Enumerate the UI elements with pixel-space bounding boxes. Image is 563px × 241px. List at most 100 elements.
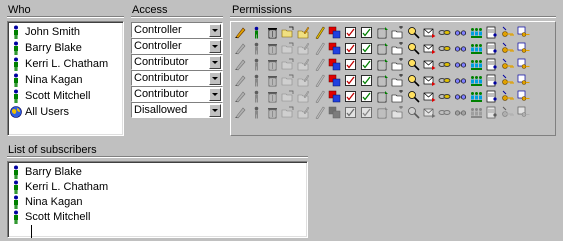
rename-icon[interactable] (343, 72, 359, 88)
link-icon[interactable] (437, 40, 453, 56)
people-icon[interactable] (468, 40, 484, 56)
who-list-item[interactable]: Nina Kagan (11, 72, 120, 88)
glasses-icon[interactable] (453, 56, 469, 72)
square-icon[interactable] (327, 88, 343, 104)
folder-open-icon[interactable] (280, 104, 296, 120)
trash-recycle-icon[interactable] (374, 40, 390, 56)
access-dropdown[interactable]: Contributor (131, 86, 223, 102)
document-user-icon[interactable] (484, 72, 500, 88)
square-icon[interactable] (327, 24, 343, 40)
square-icon[interactable] (327, 72, 343, 88)
dropdown-arrow-icon[interactable] (209, 24, 221, 37)
rename-icon[interactable] (343, 88, 359, 104)
people-icon[interactable] (468, 24, 484, 40)
subscribers-list[interactable]: Barry Blake Kerri L. Chatham Nina Kagan Sco… (7, 161, 308, 238)
glasses-icon[interactable] (453, 104, 469, 120)
checkbox-icon[interactable] (359, 88, 375, 104)
mail-icon[interactable] (421, 104, 437, 120)
folder-open-icon[interactable] (280, 24, 296, 40)
mail-icon[interactable] (421, 56, 437, 72)
person-icon[interactable] (249, 24, 265, 40)
folder-edit-icon[interactable] (296, 104, 312, 120)
subscriber-item[interactable]: Nina Kagan (11, 194, 304, 209)
pencil-icon[interactable] (311, 88, 327, 104)
checkbox-icon[interactable] (359, 40, 375, 56)
square-icon[interactable] (327, 104, 343, 120)
mail-icon[interactable] (421, 24, 437, 40)
trash-recycle-icon[interactable] (374, 72, 390, 88)
key-copy-icon[interactable] (515, 72, 531, 88)
pencil-edit-icon[interactable] (233, 40, 249, 56)
trash-icon[interactable] (264, 56, 280, 72)
key-copy-icon[interactable] (515, 88, 531, 104)
who-list-item[interactable]: Scott Mitchell (11, 88, 120, 104)
checkbox-icon[interactable] (359, 24, 375, 40)
pencil-edit-icon[interactable] (233, 104, 249, 120)
trash-icon[interactable] (264, 104, 280, 120)
trash-icon[interactable] (264, 40, 280, 56)
rename-icon[interactable] (343, 24, 359, 40)
key-new-icon[interactable] (500, 56, 516, 72)
folder-open-icon[interactable] (280, 88, 296, 104)
key-new-icon[interactable] (500, 24, 516, 40)
folder-open-icon[interactable] (280, 72, 296, 88)
rename-icon[interactable] (343, 56, 359, 72)
folder-edit-icon[interactable] (296, 72, 312, 88)
trash-recycle-icon[interactable] (374, 104, 390, 120)
document-user-icon[interactable] (484, 56, 500, 72)
mail-icon[interactable] (421, 72, 437, 88)
magnifier-icon[interactable] (406, 88, 422, 104)
magnifier-icon[interactable] (406, 40, 422, 56)
folder-edit-icon[interactable] (296, 24, 312, 40)
key-copy-icon[interactable] (515, 56, 531, 72)
magnifier-icon[interactable] (406, 72, 422, 88)
subscriber-item[interactable]: Kerri L. Chatham (11, 179, 304, 194)
rename-icon[interactable] (343, 104, 359, 120)
magnifier-icon[interactable] (406, 24, 422, 40)
key-new-icon[interactable] (500, 88, 516, 104)
pencil-icon[interactable] (311, 24, 327, 40)
subscriber-item[interactable]: Barry Blake (11, 164, 304, 179)
folder-edit-icon[interactable] (296, 88, 312, 104)
trash-icon[interactable] (264, 24, 280, 40)
pencil-icon[interactable] (311, 104, 327, 120)
folder-open-icon[interactable] (280, 40, 296, 56)
people-icon[interactable] (468, 56, 484, 72)
access-dropdown[interactable]: Disallowed (131, 102, 223, 118)
rename-icon[interactable] (343, 40, 359, 56)
trash-recycle-icon[interactable] (374, 88, 390, 104)
square-icon[interactable] (327, 40, 343, 56)
key-new-icon[interactable] (500, 104, 516, 120)
document-user-icon[interactable] (484, 40, 500, 56)
key-new-icon[interactable] (500, 72, 516, 88)
access-dropdown[interactable]: Contributor (131, 70, 223, 86)
folder-new-icon[interactable] (390, 56, 406, 72)
pencil-icon[interactable] (311, 40, 327, 56)
person-icon[interactable] (249, 88, 265, 104)
person-icon[interactable] (249, 56, 265, 72)
people-icon[interactable] (468, 104, 484, 120)
key-new-icon[interactable] (500, 40, 516, 56)
trash-recycle-icon[interactable] (374, 56, 390, 72)
people-icon[interactable] (468, 88, 484, 104)
document-user-icon[interactable] (484, 104, 500, 120)
pencil-icon[interactable] (311, 72, 327, 88)
magnifier-icon[interactable] (406, 104, 422, 120)
folder-edit-icon[interactable] (296, 40, 312, 56)
pencil-edit-icon[interactable] (233, 88, 249, 104)
mail-icon[interactable] (421, 40, 437, 56)
document-user-icon[interactable] (484, 24, 500, 40)
access-dropdown[interactable]: Controller (131, 38, 223, 54)
pencil-edit-icon[interactable] (233, 56, 249, 72)
dropdown-arrow-icon[interactable] (209, 104, 221, 117)
link-icon[interactable] (437, 56, 453, 72)
folder-new-icon[interactable] (390, 40, 406, 56)
checkbox-icon[interactable] (359, 56, 375, 72)
access-dropdown[interactable]: Contributor (131, 54, 223, 70)
link-icon[interactable] (437, 24, 453, 40)
dropdown-arrow-icon[interactable] (209, 88, 221, 101)
pencil-edit-icon[interactable] (233, 72, 249, 88)
folder-edit-icon[interactable] (296, 56, 312, 72)
folder-new-icon[interactable] (390, 24, 406, 40)
person-icon[interactable] (249, 72, 265, 88)
